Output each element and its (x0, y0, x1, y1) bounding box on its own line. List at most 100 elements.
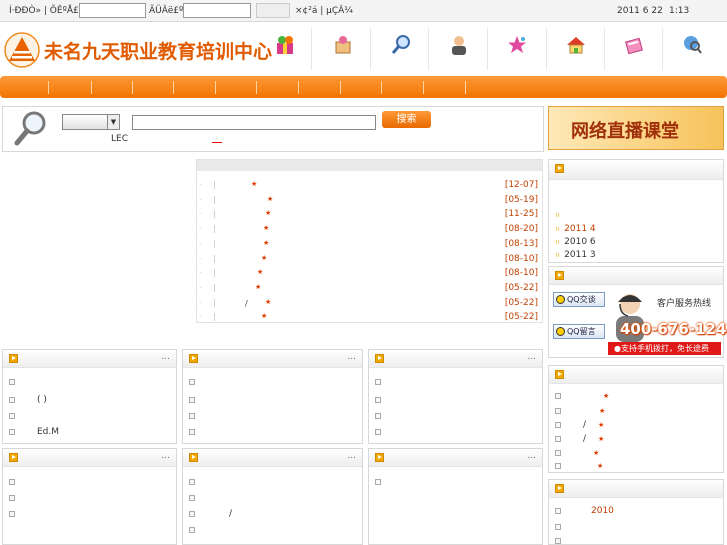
panel-header: ... (183, 350, 362, 368)
list-item[interactable] (189, 427, 201, 437)
list-item[interactable] (189, 493, 201, 503)
list-item[interactable] (375, 377, 387, 387)
person-icon[interactable] (448, 34, 470, 56)
search-button[interactable]: 搜索 (382, 111, 431, 128)
bullet-icon (555, 523, 561, 530)
news-date: [05-22] (504, 312, 538, 323)
bullet-icon: · (199, 283, 202, 292)
list-item[interactable] (9, 477, 21, 487)
arrow-icon (189, 453, 198, 462)
divider (546, 28, 547, 70)
news-row[interactable]: · | ★ [05-22] (197, 281, 542, 296)
list-item[interactable] (9, 411, 21, 421)
search-input[interactable] (132, 115, 376, 130)
list-item[interactable]: / (189, 509, 232, 519)
more-link[interactable]: ... (527, 451, 536, 461)
bullet-icon (555, 462, 561, 469)
more-link[interactable]: ... (347, 352, 356, 362)
main-nav-bar (0, 76, 727, 98)
bullet-icon (375, 412, 381, 419)
new-star-icon: ★ (593, 449, 600, 457)
panel-row2-col2: ... / (182, 448, 363, 545)
list-item[interactable]: / ★ (555, 420, 604, 430)
list-item[interactable]: ⠶ 2010 6 (555, 237, 596, 247)
news-row[interactable]: · | ★ [08-20] (197, 222, 542, 237)
list-item[interactable]: ⠶ (555, 210, 564, 220)
list-item[interactable]: ★ (555, 461, 603, 471)
list-item[interactable] (189, 377, 201, 387)
bullet-icon (9, 494, 15, 501)
top-login-bar: Í·ÐÐÒ» | ÕÊºÅ£º ÃÜÂë£º ×¢²á | µÇÂ¼ 2011 … (0, 0, 727, 22)
list-item[interactable]: ⠶ 2011 4 (555, 224, 596, 234)
register-login-links[interactable]: ×¢²á | µÇÂ¼ (295, 6, 353, 16)
search-category-select[interactable]: ▼ (62, 114, 120, 130)
mail-icon[interactable] (332, 34, 354, 56)
more-link[interactable]: ... (161, 451, 170, 461)
row-divider: | (213, 297, 216, 307)
list-item[interactable] (375, 477, 387, 487)
bullet-icon: · (199, 254, 202, 263)
news-row[interactable]: · | ★ [11-25] (197, 207, 542, 222)
news-row[interactable]: · | ★ [08-10] (197, 266, 542, 281)
globe-search-icon[interactable] (681, 34, 703, 56)
news-row[interactable]: · | ★ [05-22] (197, 310, 542, 325)
more-link[interactable]: ... (527, 352, 536, 362)
new-star-icon: ★ (263, 238, 270, 247)
news-row[interactable]: · | / ★ [05-22] (197, 296, 542, 311)
list-item[interactable] (555, 536, 567, 545)
bullet-icon (9, 478, 15, 485)
list-item[interactable]: ( ) (9, 395, 47, 405)
panel-header: ... (3, 449, 176, 467)
qq-chat-button[interactable]: QQ交谈 (553, 292, 605, 307)
star-icon[interactable] (506, 34, 528, 56)
arrow-icon (555, 271, 564, 280)
list-item[interactable] (9, 509, 21, 519)
arrow-icon (9, 354, 18, 363)
list-item[interactable] (189, 525, 201, 535)
news-row[interactable]: · | ★ [08-13] (197, 237, 542, 252)
username-input[interactable] (79, 3, 146, 18)
panel-header: ... (183, 449, 362, 467)
login-button[interactable] (256, 3, 290, 18)
list-item[interactable] (555, 522, 567, 532)
list-item[interactable]: ★ (555, 448, 599, 458)
site-logo[interactable]: 未名九天职业教育培训中心 (4, 30, 272, 70)
gift-icon[interactable] (274, 34, 296, 56)
row-divider: | (213, 180, 216, 189)
house-icon[interactable] (565, 34, 587, 56)
news-row[interactable]: · | ★ [12-07] (197, 178, 542, 193)
bullet-icon (375, 478, 381, 485)
list-item[interactable] (375, 411, 387, 421)
list-item[interactable]: 2010 (555, 506, 614, 516)
bullet-icon: · (199, 239, 202, 248)
more-link[interactable]: ... (347, 451, 356, 461)
list-item[interactable] (375, 395, 387, 405)
list-item[interactable]: ⠶ 2011 3 (555, 250, 596, 260)
new-star-icon: ★ (598, 435, 605, 443)
book-icon[interactable] (623, 34, 645, 56)
magnifier-icon[interactable] (390, 34, 412, 56)
list-item[interactable]: ★ (555, 391, 609, 401)
qq-penguin-icon (556, 295, 565, 304)
live-classroom-banner[interactable]: 网络直播课堂 (548, 106, 724, 150)
list-item[interactable]: ★ (555, 406, 605, 416)
news-row[interactable]: · | ★ [08-10] (197, 252, 542, 267)
more-link[interactable]: ... (161, 352, 170, 362)
list-item[interactable] (189, 395, 201, 405)
list-item[interactable] (189, 411, 201, 421)
qq-message-button[interactable]: QQ留言 (553, 324, 605, 339)
panel-header: ... (369, 350, 542, 368)
news-row[interactable]: · | ★ [05-19] (197, 193, 542, 208)
list-item[interactable] (189, 477, 201, 487)
row-divider: | (213, 209, 216, 219)
list-item[interactable] (9, 377, 21, 387)
news-date: [08-10] (504, 268, 538, 279)
list-item[interactable]: / ★ (555, 434, 604, 444)
bullet-icon (189, 526, 195, 533)
list-item[interactable]: Ed.M (9, 427, 59, 437)
hint-link[interactable] (212, 142, 222, 143)
list-item[interactable] (375, 427, 387, 437)
list-item[interactable] (9, 493, 21, 503)
password-input[interactable] (183, 3, 251, 18)
bullet-icon (555, 392, 561, 399)
